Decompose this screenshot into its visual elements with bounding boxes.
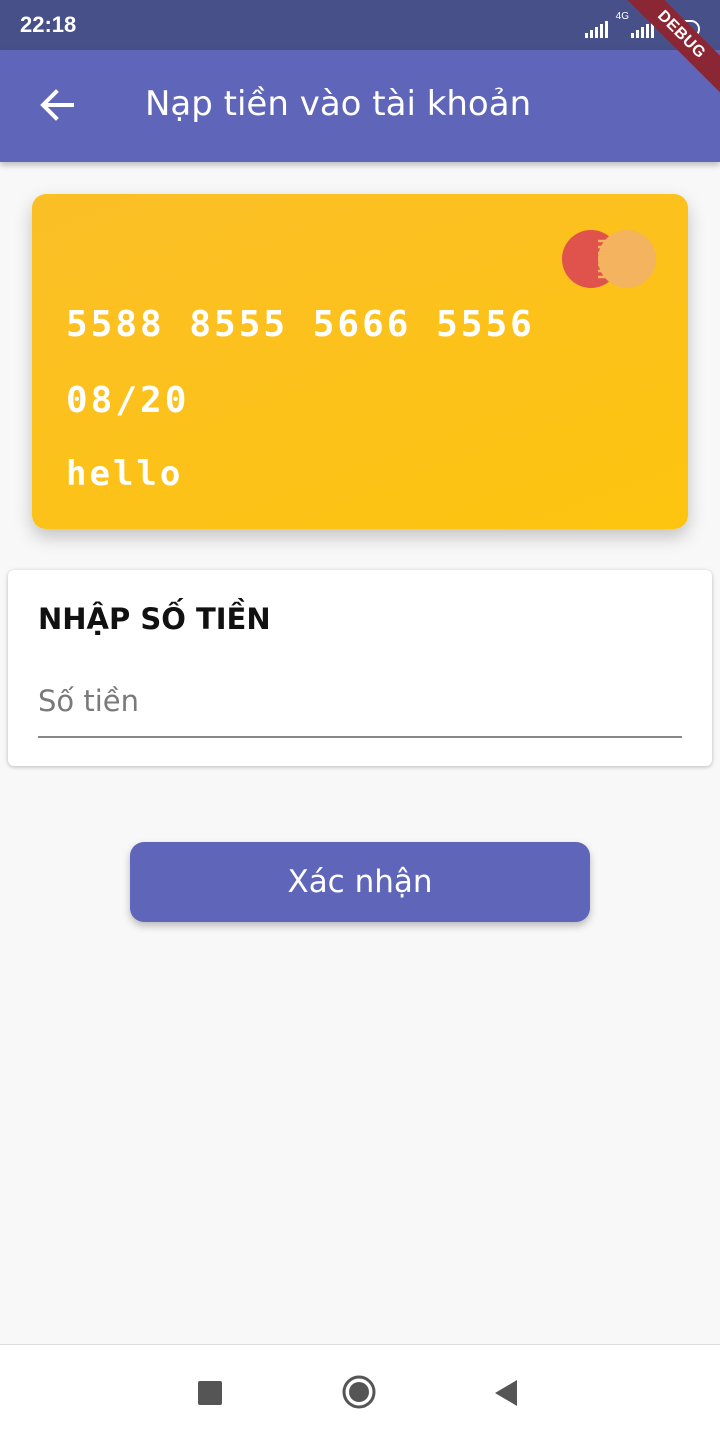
- status-time: 22:18: [20, 12, 77, 37]
- card-holder: hello: [66, 454, 184, 494]
- signal-icon: [584, 18, 608, 38]
- amount-input[interactable]: [38, 666, 682, 738]
- status-bar: 22:18 4G 62: [0, 0, 720, 50]
- card-number: 5588 8555 5666 5556: [66, 304, 535, 345]
- amount-title: NHẬP SỐ TIỀN: [38, 602, 271, 636]
- back-button[interactable]: [28, 76, 86, 134]
- network-label: 4G: [615, 11, 629, 22]
- circle-icon[interactable]: [342, 1375, 376, 1409]
- app-bar: Nạp tiền vào tài khoản: [0, 50, 720, 162]
- square-icon[interactable]: [198, 1381, 222, 1405]
- mastercard-logo-icon: [562, 230, 656, 288]
- arrow-left-icon: [40, 89, 74, 121]
- credit-card[interactable]: 5588 8555 5666 5556 08/20 hello: [32, 194, 688, 529]
- amount-panel: NHẬP SỐ TIỀN: [8, 570, 712, 766]
- card-expiry: 08/20: [66, 380, 190, 421]
- confirm-button[interactable]: Xác nhận: [130, 842, 590, 922]
- triangle-back-icon[interactable]: [493, 1378, 519, 1408]
- nav-bar: [0, 1344, 720, 1441]
- page-title: Nạp tiền vào tài khoản: [145, 84, 532, 124]
